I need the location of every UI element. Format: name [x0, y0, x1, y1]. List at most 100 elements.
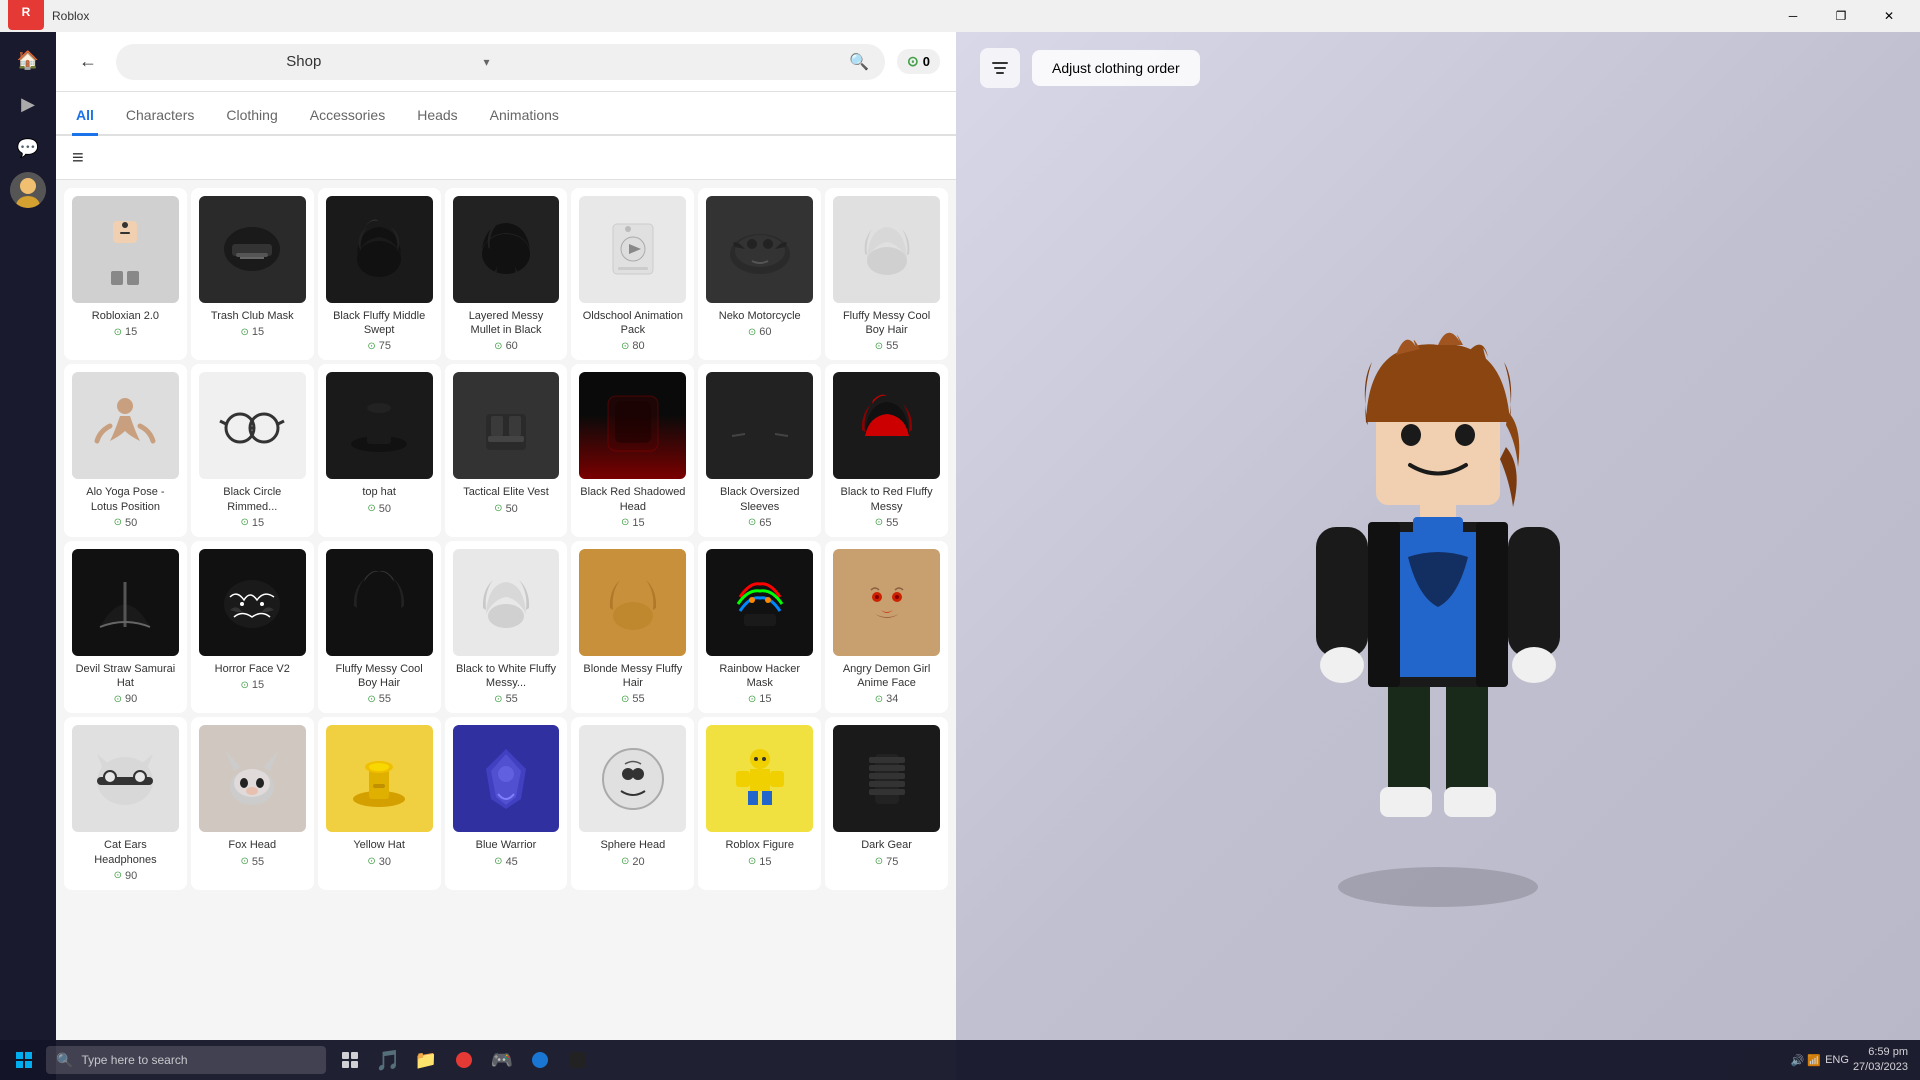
- tab-clothing[interactable]: Clothing: [222, 97, 281, 136]
- taskbar-time: 6:59 pm 27/03/2023: [1853, 1045, 1908, 1076]
- item-thumb: [706, 372, 813, 479]
- item-card-dark[interactable]: Dark Gear ⊙ 75: [825, 717, 948, 889]
- item-thumb: [72, 196, 179, 303]
- nav-tabs: All Characters Clothing Accessories Head…: [56, 92, 956, 136]
- price-icon: ⊙: [748, 856, 756, 867]
- item-card-blackfluffy[interactable]: Black Fluffy Middle Swept ⊙ 75: [318, 188, 441, 360]
- item-card-fluffy-white[interactable]: Fluffy Messy Cool Boy Hair ⊙ 55: [825, 188, 948, 360]
- taskbar-app-explorer[interactable]: 📁: [408, 1042, 444, 1078]
- item-thumb: [706, 196, 813, 303]
- taskbar-app-spotify[interactable]: 🎵: [370, 1042, 406, 1078]
- item-card-glasses[interactable]: Black Circle Rimmed... ⊙ 15: [191, 364, 314, 536]
- item-card-blue[interactable]: Blue Warrior ⊙ 45: [445, 717, 568, 889]
- app-logo: R: [8, 0, 44, 30]
- item-name: Angry Demon Girl Anime Face: [833, 662, 940, 691]
- filter-icon[interactable]: ≡: [72, 148, 84, 168]
- tab-heads[interactable]: Heads: [413, 97, 461, 136]
- tab-accessories[interactable]: Accessories: [306, 97, 389, 136]
- item-price: ⊙ 80: [621, 340, 645, 352]
- item-name: Black Circle Rimmed...: [199, 485, 306, 514]
- avatar-figure: [956, 104, 1920, 1080]
- item-name: Blonde Messy Fluffy Hair: [579, 662, 686, 691]
- item-price: ⊙ 15: [240, 326, 264, 338]
- item-price: ⊙ 90: [114, 870, 138, 882]
- item-price: ⊙ 90: [114, 693, 138, 705]
- item-thumb: [833, 372, 940, 479]
- item-card-horror[interactable]: Horror Face V2 ⊙ 15: [191, 541, 314, 713]
- titlebar: R Roblox ─ ❐ ✕: [0, 0, 1920, 32]
- item-card-layered[interactable]: Layered Messy Mullet in Black ⊙ 60: [445, 188, 568, 360]
- back-button[interactable]: ←: [72, 46, 104, 78]
- item-thumb: [579, 725, 686, 832]
- taskbar-search-box[interactable]: 🔍 Type here to search: [46, 1046, 326, 1074]
- item-card-cat[interactable]: Cat Ears Headphones ⊙ 90: [64, 717, 187, 889]
- item-card-yoga[interactable]: Alo Yoga Pose - Lotus Position ⊙ 50: [64, 364, 187, 536]
- item-card-blackred-head[interactable]: Black Red Shadowed Head ⊙ 15: [571, 364, 694, 536]
- item-card-mask[interactable]: Trash Club Mask ⊙ 15: [191, 188, 314, 360]
- search-bar[interactable]: Shop ▾ 🔍: [116, 44, 885, 80]
- item-thumb: [833, 549, 940, 656]
- price-icon: ⊙: [240, 856, 248, 867]
- item-card-rainbow[interactable]: Rainbow Hacker Mask ⊙ 15: [698, 541, 821, 713]
- shop-panel: ← Shop ▾ 🔍 ⊙ 0 All Characters Clothing A…: [56, 32, 956, 1080]
- item-thumb: [706, 725, 813, 832]
- item-thumb: [833, 725, 940, 832]
- taskbar-app-taskview[interactable]: [332, 1042, 368, 1078]
- item-card-fluffy-black[interactable]: Fluffy Messy Cool Boy Hair ⊙ 55: [318, 541, 441, 713]
- item-price: ⊙ 50: [494, 503, 518, 515]
- item-thumb: [579, 372, 686, 479]
- price-icon: ⊙: [875, 341, 883, 352]
- item-card-vest[interactable]: Tactical Elite Vest ⊙ 50: [445, 364, 568, 536]
- item-name: Tactical Elite Vest: [463, 485, 549, 499]
- item-name: Roblox Figure: [725, 838, 793, 852]
- taskbar-app-game[interactable]: 🎮: [484, 1042, 520, 1078]
- item-card-robloxian[interactable]: Robloxian 2.0 ⊙ 15: [64, 188, 187, 360]
- shop-dropdown-icon: ▾: [484, 55, 490, 69]
- taskbar-app-red[interactable]: [446, 1042, 482, 1078]
- price-icon: ⊙: [114, 327, 122, 338]
- item-card-blonde[interactable]: Blonde Messy Fluffy Hair ⊙ 55: [571, 541, 694, 713]
- item-card-demon[interactable]: Angry Demon Girl Anime Face ⊙ 34: [825, 541, 948, 713]
- item-price: ⊙ 15: [240, 679, 264, 691]
- price-icon: ⊙: [748, 694, 756, 705]
- item-price: ⊙ 34: [875, 693, 899, 705]
- taskbar-app-blue[interactable]: [522, 1042, 558, 1078]
- avatar[interactable]: [10, 172, 46, 208]
- adjust-clothing-order-button[interactable]: Adjust clothing order: [1032, 50, 1200, 86]
- minimize-button[interactable]: ─: [1770, 0, 1816, 32]
- item-card-tophat[interactable]: top hat ⊙ 50: [318, 364, 441, 536]
- restore-button[interactable]: ❐: [1818, 0, 1864, 32]
- item-card-animation[interactable]: Oldschool Animation Pack ⊙ 80: [571, 188, 694, 360]
- price-icon: ⊙: [621, 341, 629, 352]
- taskbar-app-roblox[interactable]: [560, 1042, 596, 1078]
- tab-characters[interactable]: Characters: [122, 97, 198, 136]
- sidebar-item-home[interactable]: 🏠: [8, 40, 48, 80]
- avatar-filter-button[interactable]: [980, 48, 1020, 88]
- tab-animations[interactable]: Animations: [486, 97, 563, 136]
- item-card-devil[interactable]: Devil Straw Samurai Hat ⊙ 90: [64, 541, 187, 713]
- item-card-sphere[interactable]: Sphere Head ⊙ 20: [571, 717, 694, 889]
- item-card-blackred-fluffy[interactable]: Black to Red Fluffy Messy ⊙ 55: [825, 364, 948, 536]
- item-card-fox[interactable]: Fox Head ⊙ 55: [191, 717, 314, 889]
- item-card-white-fluffy[interactable]: Black to White Fluffy Messy... ⊙ 55: [445, 541, 568, 713]
- item-card-oversized[interactable]: Black Oversized Sleeves ⊙ 65: [698, 364, 821, 536]
- item-price: ⊙ 15: [748, 693, 772, 705]
- item-name: Blue Warrior: [476, 838, 537, 852]
- item-price: ⊙ 55: [875, 340, 899, 352]
- start-button[interactable]: [4, 1042, 44, 1078]
- item-thumb: [326, 196, 433, 303]
- item-name: Horror Face V2: [215, 662, 290, 676]
- tab-all[interactable]: All: [72, 97, 98, 136]
- close-button[interactable]: ✕: [1866, 0, 1912, 32]
- item-price: ⊙ 15: [621, 517, 645, 529]
- sidebar-item-play[interactable]: ▶: [8, 84, 48, 124]
- sidebar-item-chat[interactable]: 💬: [8, 128, 48, 168]
- price-icon: ⊙: [240, 517, 248, 528]
- item-price: ⊙ 55: [494, 693, 518, 705]
- item-card-yellow[interactable]: Yellow Hat ⊙ 30: [318, 717, 441, 889]
- app-container: 🏠 ▶ 💬 ⋯ ← Shop ▾ 🔍: [0, 32, 1920, 1080]
- item-price: ⊙ 20: [621, 856, 645, 868]
- item-card-figure[interactable]: Roblox Figure ⊙ 15: [698, 717, 821, 889]
- item-card-neko[interactable]: Neko Motorcycle ⊙ 60: [698, 188, 821, 360]
- item-name: Trash Club Mask: [211, 309, 294, 323]
